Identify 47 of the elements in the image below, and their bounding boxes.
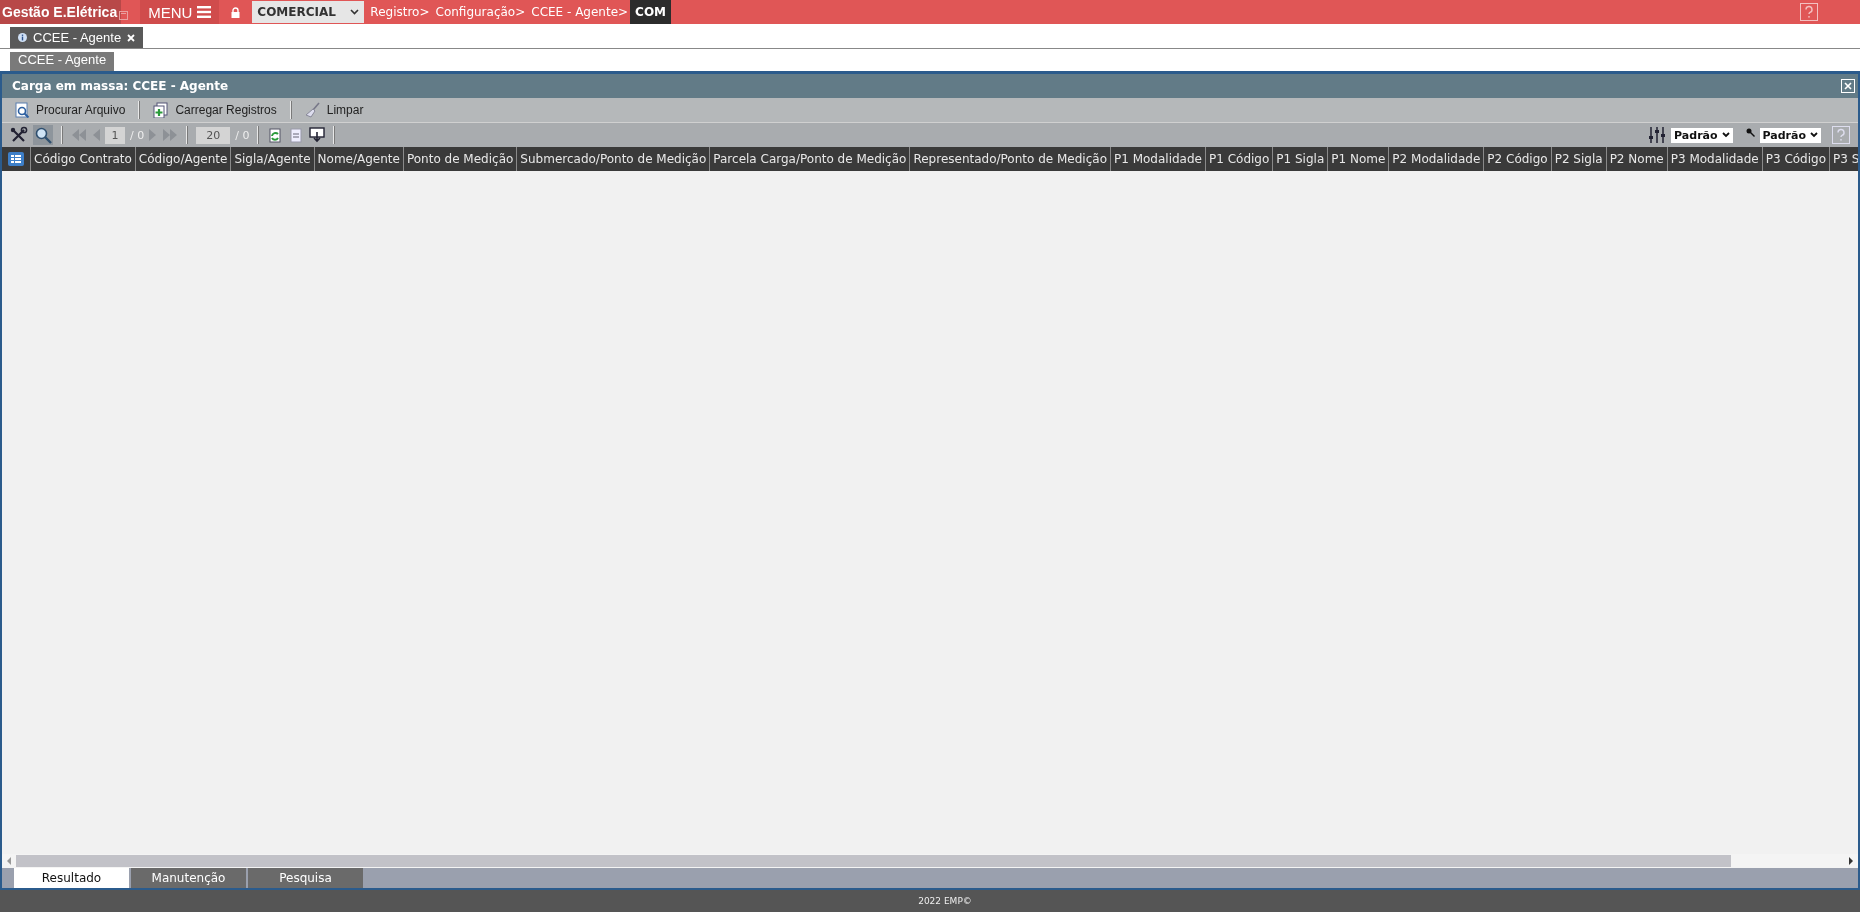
scroll-right-icon[interactable] — [1848, 857, 1854, 865]
tab-label: CCEE - Agente — [33, 30, 122, 45]
record-count: / 0 — [235, 128, 250, 142]
action-button[interactable]: Limpar — [300, 102, 368, 118]
info-icon — [18, 33, 27, 42]
caret-icon — [1810, 132, 1818, 138]
view-tab[interactable]: Manutenção — [131, 868, 246, 888]
help-icon[interactable] — [1800, 3, 1818, 21]
window-icon[interactable] — [119, 10, 129, 20]
page-field[interactable]: 1 — [105, 126, 125, 144]
document-tab[interactable]: CCEE - Agente — [10, 27, 144, 48]
brush-icon — [304, 102, 321, 118]
breadcrumb-link[interactable]: CCEE - Agente> — [531, 5, 629, 19]
action-button[interactable]: Procurar Arquivo — [10, 102, 130, 118]
app-title: Gestão E.Elétrica — [0, 0, 122, 24]
panel-title: Carga em massa: CCEE - Agente — [12, 79, 229, 93]
caret-icon — [350, 9, 360, 15]
add-document-icon — [153, 102, 170, 118]
layout-select[interactable]: Padrão — [1671, 127, 1733, 143]
search-icon[interactable] — [33, 125, 53, 145]
filter-select[interactable]: Padrão — [1759, 127, 1821, 143]
page-count: / 0 — [130, 128, 145, 142]
refresh-icon[interactable] — [267, 127, 284, 143]
close-icon[interactable] — [1841, 79, 1855, 93]
breadcrumb-link[interactable]: Configuração> — [435, 5, 526, 19]
tools-icon[interactable] — [10, 126, 28, 144]
menu-button[interactable]: MENU — [140, 0, 220, 24]
breadcrumb-current: COM — [630, 0, 672, 24]
file-search-icon — [14, 102, 30, 118]
menu-icon — [197, 6, 212, 18]
module-select[interactable]: COMERCIAL — [252, 1, 365, 23]
sub-tab[interactable]: CCEE - Agente — [10, 52, 115, 71]
action-button[interactable]: Carregar Registros — [149, 102, 281, 118]
scroll-left-icon[interactable] — [6, 857, 12, 865]
footer-text: 2022 EMP© — [918, 896, 972, 906]
breadcrumb-link[interactable]: Registro> — [370, 5, 430, 19]
sliders-icon[interactable] — [1648, 126, 1667, 144]
caret-icon — [1721, 132, 1730, 138]
key-icon — [1745, 127, 1755, 137]
lock-icon[interactable] — [231, 6, 241, 18]
page-size-field[interactable]: 20 — [196, 126, 231, 144]
download-icon[interactable] — [309, 127, 326, 143]
list-icon — [8, 152, 24, 166]
view-tab[interactable]: Resultado — [14, 868, 129, 888]
scrollbar-thumb[interactable] — [16, 855, 1731, 867]
close-icon[interactable] — [127, 33, 136, 42]
view-tab[interactable]: Pesquisa — [248, 868, 363, 888]
